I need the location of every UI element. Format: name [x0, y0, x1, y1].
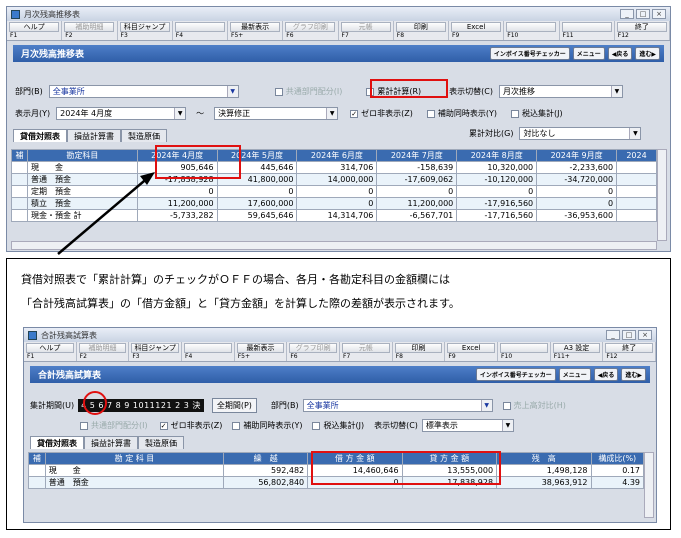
arrow — [57, 172, 155, 255]
